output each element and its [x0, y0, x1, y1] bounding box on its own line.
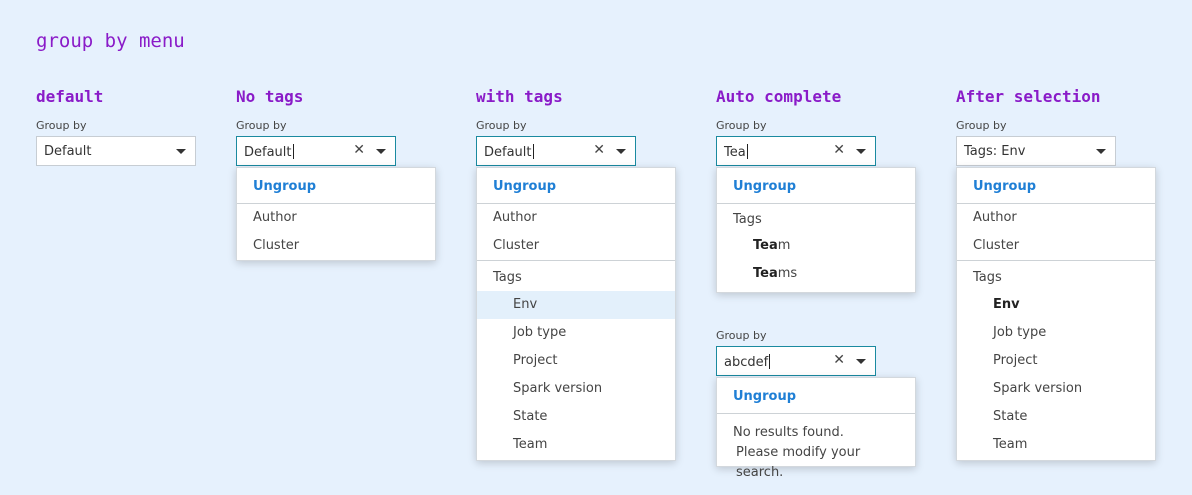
empty-state-line: Please modify your search. — [736, 445, 861, 480]
section-title-default: default — [36, 87, 104, 106]
group-by-input-no-results[interactable]: abcdef ✕ — [716, 346, 876, 376]
menu-item-ungroup[interactable]: Ungroup — [717, 378, 915, 413]
chevron-down-icon[interactable] — [616, 149, 626, 154]
menu-group-header-tags: Tags — [973, 270, 1002, 285]
menu-item-author[interactable]: Author — [957, 204, 1155, 232]
chevron-down-icon[interactable] — [376, 149, 386, 154]
select-value: Tags: Env — [964, 144, 1026, 159]
group-by-label: Group by — [716, 329, 767, 342]
menu-group-header-tags: Tags — [493, 270, 522, 285]
menu-item-ungroup[interactable]: Ungroup — [237, 168, 435, 203]
group-by-label: Group by — [476, 119, 527, 132]
section-title-after-selection: After selection — [956, 87, 1101, 106]
group-by-menu-no-results: Ungroup No results found. Please modify … — [716, 377, 916, 480]
text-cursor — [292, 144, 294, 159]
text-cursor — [532, 144, 534, 159]
section-title-with-tags: with tags — [476, 87, 563, 106]
text-cursor — [769, 354, 771, 369]
chevron-down-icon[interactable] — [1096, 149, 1106, 154]
group-by-label: Group by — [956, 119, 1007, 132]
empty-state-message: No results found. Please modify your sea… — [717, 414, 915, 483]
menu-item-tag-project[interactable]: Project — [957, 347, 1155, 375]
clear-icon[interactable]: ✕ — [833, 352, 845, 368]
group-by-input-auto-complete[interactable]: Tea ✕ — [716, 136, 876, 166]
menu-item-tag-spark-version[interactable]: Spark version — [477, 375, 675, 403]
clear-icon[interactable]: ✕ — [353, 142, 365, 158]
group-by-label: Group by — [716, 119, 767, 132]
menu-item-cluster[interactable]: Cluster — [957, 232, 1155, 260]
menu-item-tag-teams[interactable]: Teams — [717, 260, 915, 288]
menu-item-tag-state[interactable]: State — [477, 403, 675, 431]
menu-item-tag-env[interactable]: Env — [957, 291, 1155, 319]
group-by-label: Group by — [236, 119, 287, 132]
group-by-menu-with-tags: Ungroup Author Cluster Tags Env Job type… — [476, 167, 676, 461]
menu-item-tag-team[interactable]: Team — [477, 431, 675, 459]
clear-icon[interactable]: ✕ — [593, 142, 605, 158]
chevron-down-icon[interactable] — [856, 359, 866, 364]
menu-item-ungroup[interactable]: Ungroup — [477, 168, 675, 203]
text-cursor — [746, 144, 748, 159]
menu-item-ungroup[interactable]: Ungroup — [717, 168, 915, 203]
page-title: group by menu — [36, 30, 185, 52]
input-value: Default — [484, 145, 532, 160]
menu-item-tag-job-type[interactable]: Job type — [957, 319, 1155, 347]
menu-item-tag-team[interactable]: Team — [957, 431, 1155, 459]
input-value: abcdef — [724, 355, 769, 370]
chevron-down-icon[interactable] — [856, 149, 866, 154]
section-title-no-tags: No tags — [236, 87, 304, 106]
group-by-menu-auto-complete: Ungroup Tags Team Teams — [716, 167, 916, 293]
menu-item-tag-project[interactable]: Project — [477, 347, 675, 375]
match-rest: m — [777, 238, 791, 253]
menu-item-author[interactable]: Author — [237, 204, 435, 232]
group-by-menu-after-selection: Ungroup Author Cluster Tags Env Job type… — [956, 167, 1156, 461]
group-by-select-default[interactable]: Default — [36, 136, 196, 166]
match-rest: ms — [777, 266, 798, 281]
group-by-menu-no-tags: Ungroup Author Cluster — [236, 167, 436, 261]
menu-item-tag-team[interactable]: Team — [717, 232, 915, 260]
group-by-label: Group by — [36, 119, 87, 132]
menu-item-cluster[interactable]: Cluster — [477, 232, 675, 260]
menu-item-cluster[interactable]: Cluster — [237, 232, 435, 260]
menu-item-ungroup[interactable]: Ungroup — [957, 168, 1155, 203]
chevron-down-icon[interactable] — [176, 149, 186, 154]
input-value: Default — [244, 145, 292, 160]
select-value: Default — [44, 144, 92, 159]
menu-item-tag-state[interactable]: State — [957, 403, 1155, 431]
group-by-input-no-tags[interactable]: Default ✕ — [236, 136, 396, 166]
menu-item-tag-job-type[interactable]: Job type — [477, 319, 675, 347]
group-by-select-after-selection[interactable]: Tags: Env — [956, 136, 1116, 166]
input-value: Tea — [724, 145, 746, 160]
menu-group-header-tags: Tags — [733, 212, 762, 227]
clear-icon[interactable]: ✕ — [833, 142, 845, 158]
menu-item-tag-spark-version[interactable]: Spark version — [957, 375, 1155, 403]
match-highlight: Tea — [753, 238, 778, 253]
group-by-input-with-tags[interactable]: Default ✕ — [476, 136, 636, 166]
menu-item-author[interactable]: Author — [477, 204, 675, 232]
empty-state-line: No results found. — [733, 425, 844, 440]
menu-item-tag-env[interactable]: Env — [477, 291, 675, 319]
section-title-auto-complete: Auto complete — [716, 87, 842, 106]
match-highlight: Tea — [753, 266, 778, 281]
